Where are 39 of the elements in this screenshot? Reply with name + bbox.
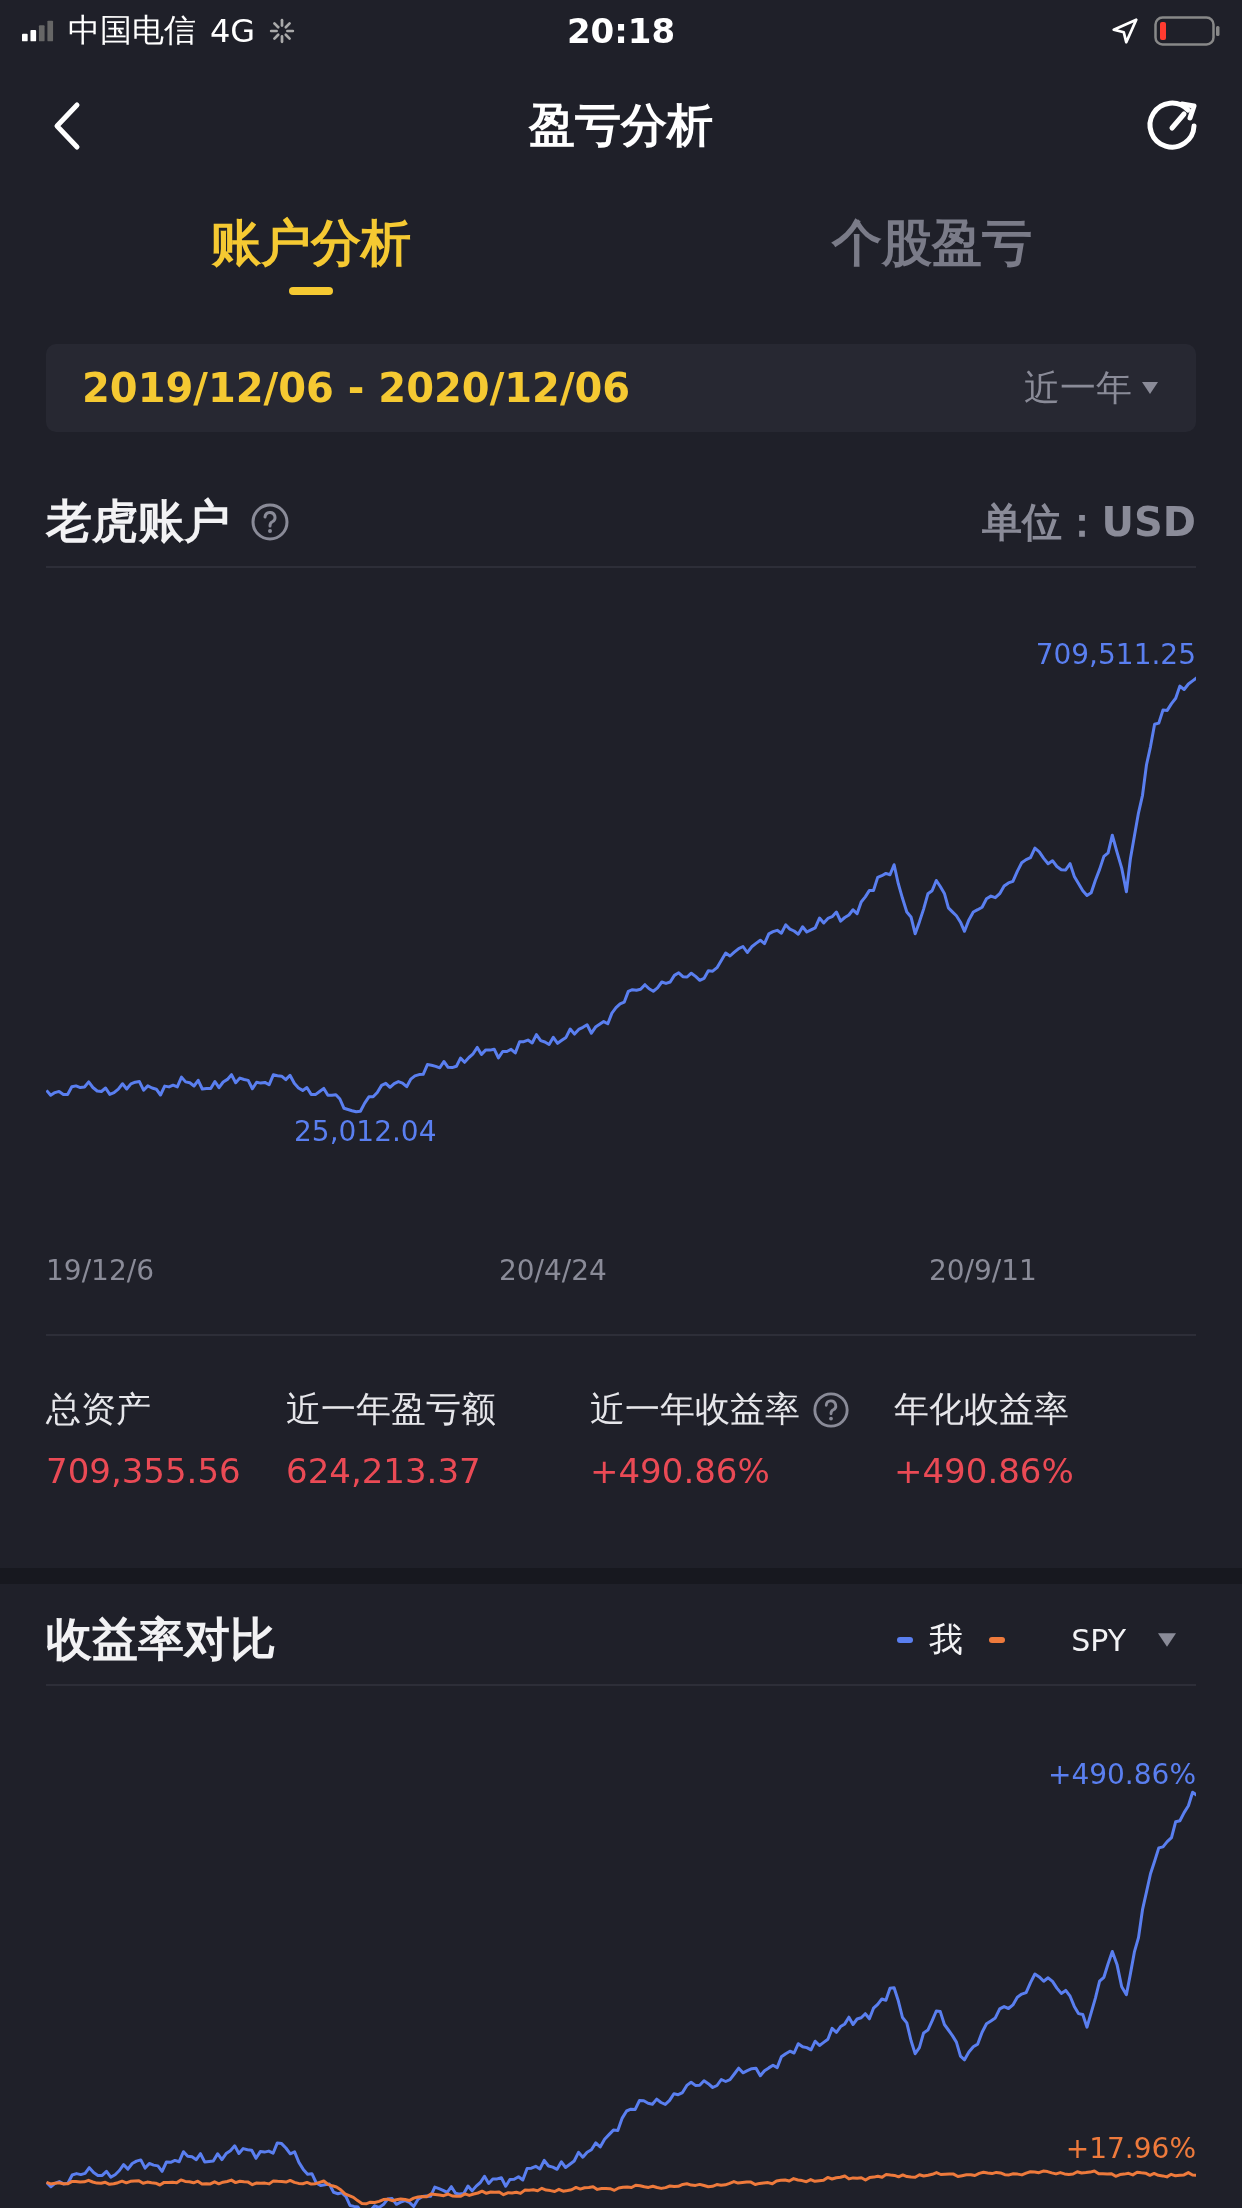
stat-value: +490.86% bbox=[894, 1451, 1074, 1491]
date-range: 2019/12/06 - 2020/12/06 bbox=[82, 365, 631, 411]
benchmark-selector[interactable]: SPY bbox=[1071, 1622, 1126, 1658]
section-title: 老虎账户 bbox=[46, 493, 230, 550]
stat-value: 709,355.56 bbox=[46, 1451, 242, 1491]
legend-label: 我 bbox=[929, 1618, 964, 1661]
min-value-label: 25,012.04 bbox=[294, 1115, 437, 1148]
dropdown-caret-icon bbox=[1142, 382, 1158, 394]
axis-label: 20/4/24 bbox=[498, 1254, 607, 1287]
stat-label: 近一年收益率 bbox=[590, 1388, 800, 1431]
section-title: 收益率对比 bbox=[46, 1611, 276, 1668]
tab-indicator bbox=[288, 287, 333, 295]
back-icon[interactable] bbox=[52, 101, 82, 151]
carrier-name: 中国电信 bbox=[68, 10, 196, 51]
help-icon[interactable] bbox=[812, 1390, 850, 1429]
tab[interactable]: 个股盈亏 bbox=[831, 210, 1032, 277]
end-value-label: +490.86% bbox=[1047, 1758, 1196, 1791]
axis-label: 19/12/6 bbox=[46, 1254, 154, 1287]
stat-label: 年化收益率 bbox=[894, 1388, 1069, 1431]
unit-label: 单位：USD bbox=[981, 497, 1196, 547]
loading-icon bbox=[269, 18, 296, 44]
page-title: 盈亏分析 bbox=[529, 97, 713, 154]
max-value-label: 709,511.25 bbox=[1035, 638, 1196, 671]
period-selector[interactable]: 近一年 bbox=[1024, 363, 1132, 413]
end-value-label: +17.96% bbox=[1065, 2132, 1196, 2165]
battery-icon bbox=[1154, 16, 1220, 46]
network-type: 4G bbox=[210, 12, 256, 50]
axis-label: 20/9/11 bbox=[928, 1254, 1037, 1287]
tab[interactable]: 账户分析 bbox=[210, 210, 411, 277]
stat-label: 近一年盈亏额 bbox=[286, 1388, 496, 1431]
dropdown-caret-icon bbox=[1158, 1633, 1176, 1647]
signal-icon bbox=[22, 20, 54, 42]
stat-label: 总资产 bbox=[46, 1388, 151, 1431]
date-range-bar[interactable]: 2019/12/06 - 2020/12/06 近一年 bbox=[46, 344, 1196, 432]
help-icon[interactable] bbox=[250, 502, 290, 542]
stat-value: +490.86% bbox=[590, 1451, 771, 1491]
location-arrow-icon bbox=[1110, 16, 1140, 46]
clock-time: 20:18 bbox=[566, 11, 676, 51]
stat-value: 624,213.37 bbox=[286, 1451, 482, 1491]
